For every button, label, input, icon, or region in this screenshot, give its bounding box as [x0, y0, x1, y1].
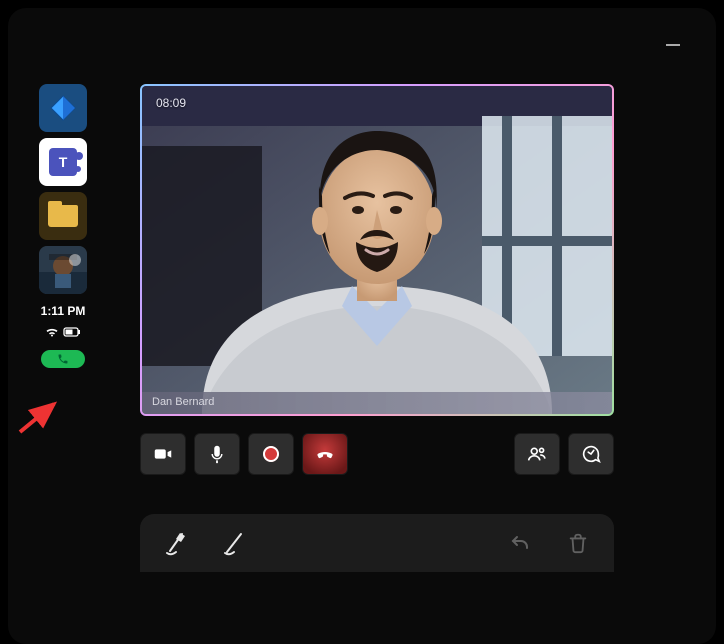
folder-icon	[48, 205, 78, 227]
pen-highlighter-button[interactable]	[158, 525, 194, 561]
delete-button[interactable]	[560, 525, 596, 561]
participant-name: Dan Bernard	[142, 392, 612, 414]
chat-button[interactable]	[568, 433, 614, 475]
diamond-icon	[48, 93, 78, 123]
call-timer: 08:09	[156, 96, 186, 110]
sidebar-user-avatar[interactable]	[39, 246, 87, 294]
record-button[interactable]	[248, 433, 294, 475]
trash-icon	[567, 532, 589, 554]
mic-button[interactable]	[194, 433, 240, 475]
avatar-icon	[39, 246, 87, 294]
pen-thin-button[interactable]	[216, 525, 252, 561]
camera-button[interactable]	[140, 433, 186, 475]
call-controls	[140, 433, 614, 475]
clock: 1:11 PM	[41, 304, 86, 318]
camera-icon	[152, 443, 174, 465]
pen-highlighter-icon	[161, 528, 191, 558]
hangup-icon	[313, 442, 337, 466]
video-panel: 08:09 Dan Bernard	[140, 84, 614, 416]
minimize-button[interactable]	[666, 44, 680, 46]
sidebar-app-teams[interactable]: T	[39, 138, 87, 186]
pen-tray	[140, 514, 614, 572]
battery-icon	[63, 326, 81, 338]
status-icons	[45, 326, 81, 338]
sidebar: T 1:11 PM	[38, 84, 88, 368]
participant-video	[142, 86, 612, 414]
teams-icon: T	[49, 148, 77, 176]
undo-icon	[508, 531, 532, 555]
pen-thin-icon	[219, 528, 249, 558]
sidebar-app-files[interactable]	[39, 192, 87, 240]
teams-icon-letter: T	[59, 154, 68, 170]
sidebar-app-dynamics[interactable]	[39, 84, 87, 132]
mic-icon	[206, 443, 228, 465]
people-button[interactable]	[514, 433, 560, 475]
chat-icon	[580, 443, 602, 465]
people-icon	[526, 443, 548, 465]
call-indicator[interactable]	[41, 350, 85, 368]
app-frame: T 1:11 PM	[8, 8, 716, 644]
hangup-button[interactable]	[302, 433, 348, 475]
annotation-arrow	[14, 398, 74, 438]
wifi-icon	[45, 326, 59, 338]
phone-icon	[57, 353, 69, 365]
video-feed[interactable]: 08:09 Dan Bernard	[142, 86, 612, 414]
undo-button[interactable]	[502, 525, 538, 561]
